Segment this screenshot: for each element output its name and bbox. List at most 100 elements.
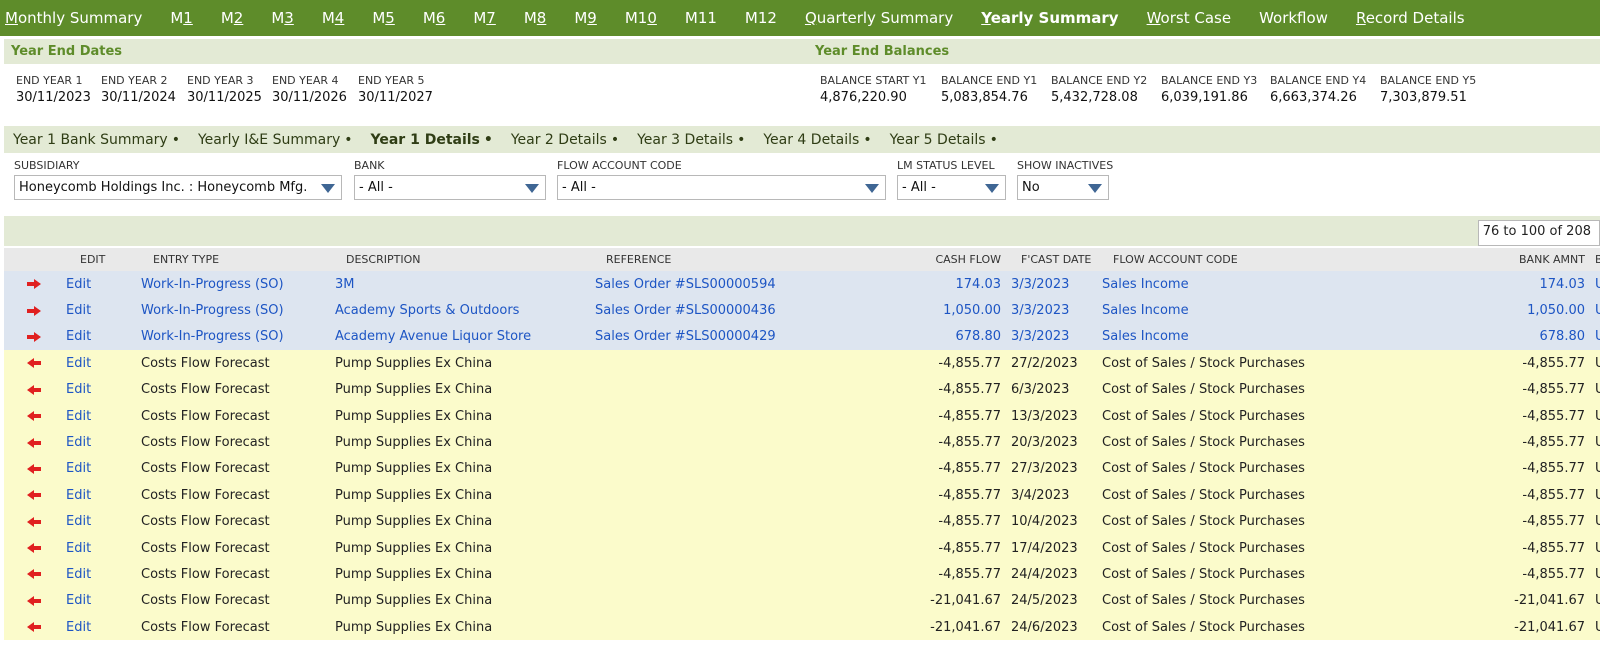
- reference-cell: [595, 534, 855, 562]
- subtab-yearly-i-e-summary[interactable]: Yearly I&E Summary •: [189, 132, 362, 148]
- arrow-left-icon: [27, 543, 41, 554]
- table-row: Edit Work-In-Progress (SO) Academy Sports …: [4, 297, 1600, 324]
- bank-select[interactable]: - All -: [354, 175, 546, 200]
- edit-link[interactable]: Edit: [64, 534, 141, 562]
- balance-label: BALANCE END Y2: [1051, 74, 1148, 87]
- entry-type-cell: Costs Flow Forecast: [141, 534, 335, 562]
- edit-link[interactable]: Edit: [64, 482, 141, 509]
- subtab-year-3-details[interactable]: Year 3 Details •: [628, 132, 754, 148]
- bank-curr-cell: USA: [1591, 508, 1600, 535]
- reference-cell[interactable]: Sales Order #SLS00000429: [595, 323, 855, 351]
- nav-tab-yearly-summary[interactable]: Yearly Summary: [967, 9, 1132, 27]
- entry-type-cell[interactable]: Work-In-Progress (SO): [141, 323, 335, 351]
- subtab-year-2-details[interactable]: Year 2 Details •: [502, 132, 628, 148]
- cash-flow-cell: -4,855.77: [855, 561, 1007, 588]
- edit-link[interactable]: Edit: [64, 323, 141, 351]
- edit-link[interactable]: Edit: [64, 271, 141, 298]
- table-row: Edit Costs Flow Forecast Pump Supplies Ex …: [4, 587, 1600, 615]
- arrow-left-icon: [27, 437, 41, 448]
- nav-tab-m6[interactable]: M6: [409, 9, 460, 27]
- fcast-date-cell: 27/2/2023: [1007, 350, 1102, 377]
- edit-link[interactable]: Edit: [64, 455, 141, 483]
- col-bank-amnt: BANK AMNT: [1402, 248, 1591, 271]
- edit-link[interactable]: Edit: [64, 429, 141, 456]
- end-year-value: 30/11/2025: [187, 90, 262, 105]
- nav-tab-m11[interactable]: M11: [671, 9, 731, 27]
- fcast-date-cell: 13/3/2023: [1007, 402, 1102, 430]
- edit-link[interactable]: Edit: [64, 508, 141, 535]
- nav-tab-record-details[interactable]: Record Details: [1342, 9, 1479, 27]
- reference-cell[interactable]: Sales Order #SLS00000594: [595, 271, 855, 298]
- reference-cell: [595, 376, 855, 403]
- edit-link[interactable]: Edit: [64, 561, 141, 588]
- description-cell[interactable]: Academy Avenue Liquor Store: [335, 323, 595, 351]
- page-range-select[interactable]: 76 to 100 of 208: [1477, 220, 1600, 246]
- bank-curr-cell: USA: [1591, 482, 1600, 509]
- description-cell: Pump Supplies Ex China: [335, 561, 595, 588]
- edit-link[interactable]: Edit: [64, 350, 141, 377]
- subsidiary-select[interactable]: Honeycomb Holdings Inc. : Honeycomb Mfg.: [14, 175, 342, 200]
- nav-tab-m4[interactable]: M4: [308, 9, 359, 27]
- entry-type-cell: Costs Flow Forecast: [141, 402, 335, 430]
- flow-account-code-cell: Cost of Sales / Stock Purchases: [1102, 350, 1402, 377]
- nav-tab-m1[interactable]: M1: [156, 9, 207, 27]
- description-cell: Pump Supplies Ex China: [335, 508, 595, 535]
- flow-account-code-select[interactable]: - All -: [557, 175, 886, 200]
- entry-type-cell: Costs Flow Forecast: [141, 376, 335, 403]
- nav-tab-m12[interactable]: M12: [731, 9, 791, 27]
- subtab-year-1-bank-summary[interactable]: Year 1 Bank Summary •: [4, 132, 189, 148]
- subtab-year-4-details[interactable]: Year 4 Details •: [754, 132, 880, 148]
- edit-link[interactable]: Edit: [64, 402, 141, 430]
- caret-down-icon: [525, 184, 539, 193]
- entry-type-cell[interactable]: Work-In-Progress (SO): [141, 271, 335, 298]
- direction-cell: [4, 376, 64, 403]
- direction-cell: [4, 455, 64, 483]
- subtab-year-5-details[interactable]: Year 5 Details •: [881, 132, 1007, 148]
- description-cell[interactable]: 3M: [335, 271, 595, 298]
- end-year-1: END YEAR 1 30/11/2023: [16, 74, 91, 105]
- show-inactives-select[interactable]: No: [1017, 175, 1109, 200]
- nav-tab-m10[interactable]: M10: [611, 9, 671, 27]
- nav-tab-m5[interactable]: M5: [358, 9, 409, 27]
- bank-filter: BANK - All -: [354, 159, 546, 200]
- year-end-balances-heading: Year End Balances: [808, 39, 1600, 64]
- balance-label: BALANCE END Y4: [1270, 74, 1367, 87]
- bank-value: - All -: [359, 180, 393, 195]
- description-cell: Pump Supplies Ex China: [335, 455, 595, 483]
- nav-tab-monthly-summary[interactable]: Monthly Summary: [0, 9, 156, 27]
- col-bank-curr: BANK CURR.: [1591, 248, 1600, 271]
- flow-account-code-value: - All -: [562, 180, 596, 195]
- nav-tab-m2[interactable]: M2: [207, 9, 258, 27]
- subtab-year-1-details[interactable]: Year 1 Details •: [362, 132, 502, 148]
- bank-amnt-cell: -4,855.77: [1402, 376, 1591, 403]
- reference-cell: [595, 455, 855, 483]
- balance-3: BALANCE END Y2 5,432,728.08: [1051, 74, 1147, 105]
- cash-flow-cell: 1,050.00: [855, 297, 1007, 324]
- balance-value: 6,039,191.86: [1161, 90, 1248, 105]
- direction-cell: [4, 482, 64, 509]
- flow-account-code-cell[interactable]: Sales Income: [1102, 271, 1402, 298]
- edit-link[interactable]: Edit: [64, 587, 141, 615]
- col-flow-account-code: FLOW ACCOUNT CODE: [1102, 248, 1402, 271]
- flow-account-code-cell[interactable]: Sales Income: [1102, 323, 1402, 351]
- nav-tab-m8[interactable]: M8: [510, 9, 561, 27]
- arrow-right-icon: [27, 279, 41, 290]
- flow-account-code-cell[interactable]: Sales Income: [1102, 297, 1402, 324]
- nav-tab-m7[interactable]: M7: [459, 9, 510, 27]
- entry-type-cell: Costs Flow Forecast: [141, 350, 335, 377]
- nav-tab-quarterly-summary[interactable]: Quarterly Summary: [791, 9, 967, 27]
- fcast-date-cell: 24/4/2023: [1007, 561, 1102, 588]
- nav-tab-m9[interactable]: M9: [560, 9, 611, 27]
- edit-link[interactable]: Edit: [64, 376, 141, 403]
- edit-link[interactable]: Edit: [64, 297, 141, 324]
- nav-tab-workflow[interactable]: Workflow: [1245, 9, 1342, 27]
- reference-cell[interactable]: Sales Order #SLS00000436: [595, 297, 855, 324]
- nav-tab-worst-case[interactable]: Worst Case: [1133, 9, 1245, 27]
- description-cell[interactable]: Academy Sports & Outdoors: [335, 297, 595, 324]
- direction-cell: [4, 534, 64, 562]
- lm-status-level-select[interactable]: - All -: [897, 175, 1006, 200]
- edit-link[interactable]: Edit: [64, 614, 141, 641]
- entry-type-cell[interactable]: Work-In-Progress (SO): [141, 297, 335, 324]
- nav-tab-m3[interactable]: M3: [257, 9, 308, 27]
- lm-status-level-label: LM STATUS LEVEL: [897, 159, 995, 172]
